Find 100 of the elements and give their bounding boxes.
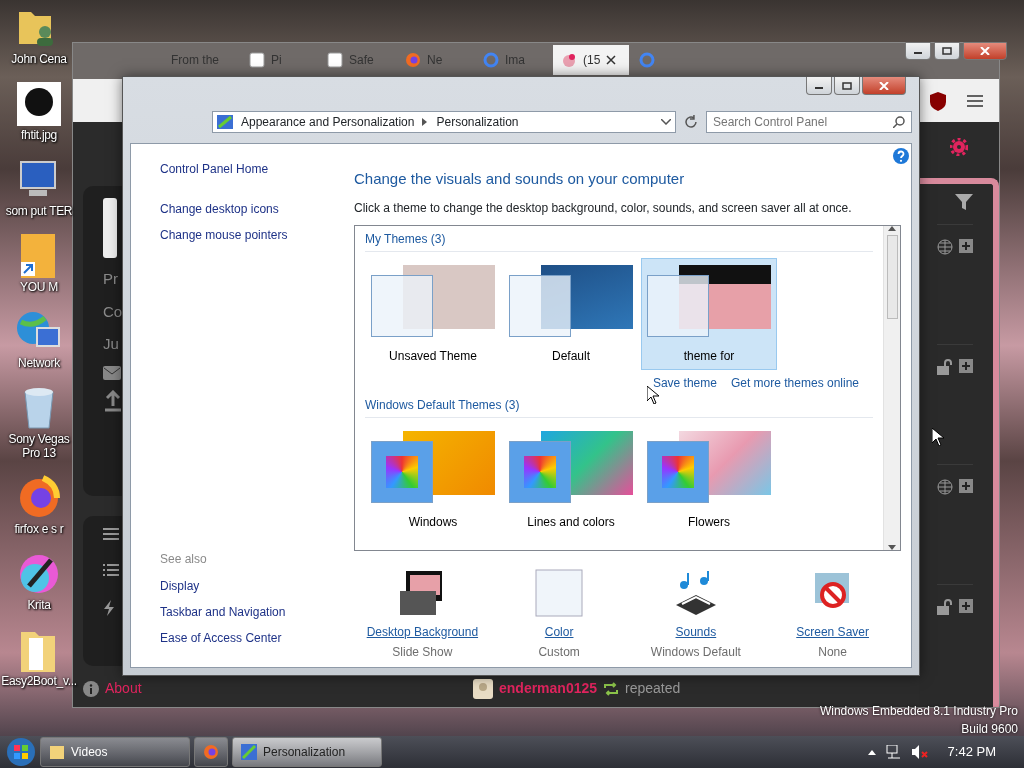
start-icon[interactable] <box>6 737 36 767</box>
refresh-icon[interactable] <box>684 115 698 129</box>
address-bar[interactable]: Appearance and Personalization Personalization <box>212 111 677 133</box>
breadcrumb[interactable]: Personalization <box>436 113 519 131</box>
filter-icon[interactable] <box>955 194 973 210</box>
theme-link[interactable]: Get more themes online <box>730 373 859 392</box>
up-arrow-icon[interactable] <box>888 225 896 231</box>
minimize-button[interactable] <box>905 42 931 60</box>
section-heading: See also <box>160 551 208 568</box>
add-icon[interactable] <box>959 599 973 613</box>
theme-tile[interactable]: Unsaved Theme <box>365 257 501 370</box>
fox-browser-icon <box>203 744 219 760</box>
menu-icon[interactable] <box>967 93 983 108</box>
network-icon[interactable] <box>885 745 902 759</box>
folder-icon <box>49 744 65 760</box>
close-button[interactable] <box>963 42 1007 60</box>
control-panel-icon <box>241 744 257 760</box>
close-button[interactable] <box>862 77 906 95</box>
icon-label: fhtit.jpg <box>21 128 57 142</box>
tab-icon <box>639 52 655 68</box>
theme-name: Windows <box>408 513 458 531</box>
nav-link[interactable]: Ease of Access Center <box>160 629 354 647</box>
muted-speaker-icon[interactable] <box>911 745 928 759</box>
theme-tile[interactable]: Windows <box>365 423 501 536</box>
unlock-icon[interactable] <box>937 359 953 375</box>
unlock-icon[interactable] <box>937 599 953 615</box>
theme-name: theme for <box>683 347 735 365</box>
color-swatch-icon[interactable] <box>535 568 584 617</box>
taskbar-button[interactable]: Personalization <box>232 737 382 767</box>
theme-link[interactable]: Save theme <box>652 373 717 392</box>
help-icon[interactable] <box>893 148 909 164</box>
menu-text: Co <box>103 301 123 322</box>
setting-link[interactable]: Screen Saver <box>796 622 869 641</box>
repost-text: repeated <box>625 679 681 698</box>
up-arrow-icon[interactable] <box>867 749 876 755</box>
theme-name: Unsaved Theme <box>389 347 477 365</box>
avatar-icon <box>473 678 493 699</box>
theme-name: Lines and colors <box>527 513 615 531</box>
globe-icon[interactable] <box>937 239 953 255</box>
down-arrow-icon[interactable] <box>888 544 896 550</box>
setting-value: Windows Default <box>650 643 741 661</box>
nav-link[interactable]: Control Panel Home <box>160 160 354 178</box>
upload-icon[interactable] <box>103 389 123 412</box>
taskbar-button[interactable]: Videos <box>40 737 190 767</box>
tab-icon <box>561 52 577 68</box>
nav-link[interactable]: Display <box>160 577 354 595</box>
menu-icon[interactable] <box>103 528 119 540</box>
setting-link[interactable]: Color <box>544 622 574 641</box>
control-panel-icon <box>217 115 233 129</box>
pointer-icon <box>932 428 944 446</box>
icon-label: Network <box>18 356 60 370</box>
tab-icon <box>249 52 265 68</box>
add-icon[interactable] <box>959 479 973 493</box>
mail-icon[interactable] <box>103 365 121 380</box>
page-description: Click a theme to change the desktop background, color, sounds, and screen saver all at once. <box>354 199 853 217</box>
group-heading: My Themes (3) <box>365 229 873 252</box>
icon-label: som put TER <box>5 204 73 218</box>
clock[interactable]: 7:42 PM <box>947 742 996 762</box>
breadcrumb[interactable]: Appearance and Personalization <box>241 113 415 131</box>
taskbar-button[interactable] <box>194 737 228 767</box>
icon-label: firfox e s r <box>14 522 64 536</box>
menu-text: Pr <box>103 269 118 289</box>
add-icon[interactable] <box>959 239 973 253</box>
nav-link[interactable]: Change mouse pointers <box>160 226 354 244</box>
minimize-button[interactable] <box>806 77 832 95</box>
maximize-button[interactable] <box>834 77 860 95</box>
setting-link[interactable]: Sounds <box>675 622 717 641</box>
theme-tile[interactable]: Default <box>503 257 639 370</box>
theme-tile[interactable]: Flowers <box>641 423 777 536</box>
browser-tab[interactable]: (15 <box>553 45 629 75</box>
close-icon <box>879 81 889 90</box>
repeat-icon <box>603 681 620 696</box>
system-label: Windows Embedded 8.1 Industry Pro <box>819 703 1018 720</box>
info-icon <box>83 680 99 697</box>
setting-link[interactable]: Desktop Background <box>366 622 479 641</box>
shield-icon[interactable] <box>929 90 947 111</box>
search-field[interactable]: Search Control Panel <box>706 111 912 133</box>
maximize-icon <box>842 81 852 90</box>
chevron-icon <box>422 118 429 126</box>
theme-tile[interactable]: theme for <box>641 257 777 370</box>
icon-label: YOU M <box>20 280 58 294</box>
globe-icon[interactable] <box>937 479 953 495</box>
add-icon[interactable] <box>959 359 973 373</box>
theme-tile[interactable]: Lines and colors <box>503 423 639 536</box>
system-label: Build 9600 <box>960 721 1018 738</box>
maximize-button[interactable] <box>934 42 960 60</box>
scrollbar-thumb[interactable] <box>886 234 898 319</box>
maximize-icon <box>942 47 952 55</box>
nav-link[interactable]: Change desktop icons <box>160 200 354 218</box>
gear-icon[interactable] <box>950 138 968 156</box>
icon-label: Krita <box>27 598 51 612</box>
bolt-icon[interactable] <box>103 600 115 616</box>
tab-icon <box>483 52 499 68</box>
icon-label: John Cena <box>11 52 67 66</box>
search-icon[interactable] <box>893 116 905 128</box>
dropdown-icon[interactable] <box>661 119 672 125</box>
close-icon[interactable] <box>606 55 617 65</box>
theme-name: Flowers <box>688 513 730 531</box>
list-icon[interactable] <box>103 564 119 576</box>
nav-link[interactable]: Taskbar and Navigation <box>160 603 354 621</box>
